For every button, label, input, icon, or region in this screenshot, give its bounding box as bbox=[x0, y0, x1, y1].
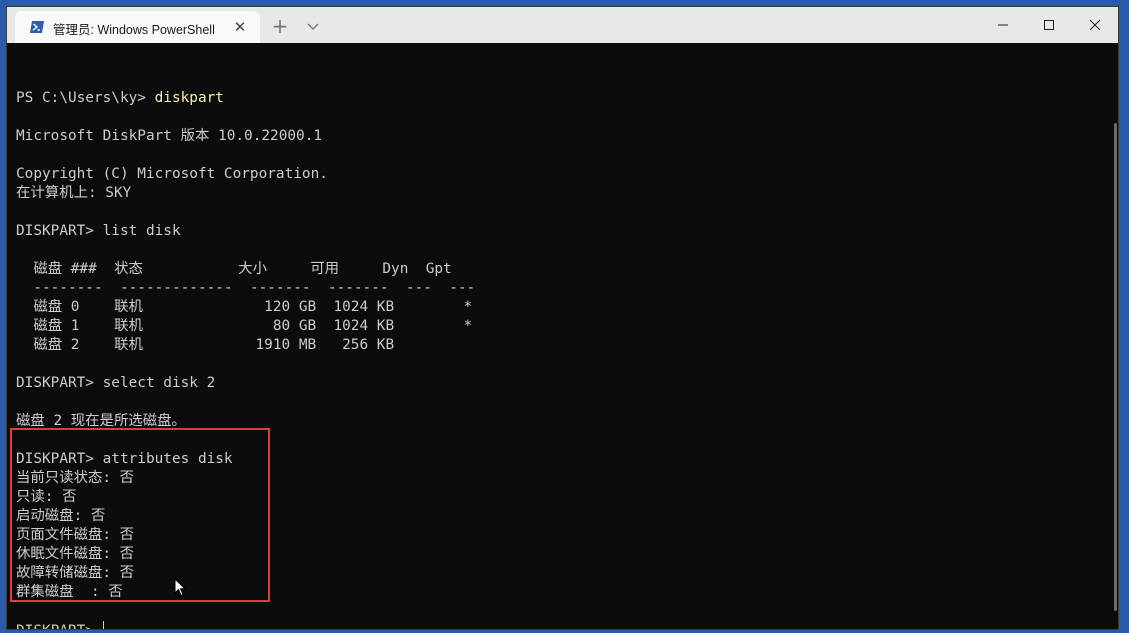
title-bar[interactable]: 管理员: Windows PowerShell ✕ + bbox=[7, 7, 1118, 43]
new-tab-button[interactable]: + bbox=[268, 15, 292, 39]
terminal-window: 管理员: Windows PowerShell ✕ + PS C:\Users\… bbox=[6, 6, 1119, 630]
output-text: 磁盘 2 现在是所选磁盘。 bbox=[16, 413, 186, 429]
tab-powershell[interactable]: 管理员: Windows PowerShell ✕ bbox=[15, 11, 260, 43]
terminal-output[interactable]: PS C:\Users\ky> diskpart Microsoft DiskPa… bbox=[7, 43, 1118, 629]
attributes-highlight-box bbox=[10, 428, 270, 602]
powershell-icon bbox=[29, 19, 45, 35]
terminal-line: DISKPART> select disk 2 bbox=[16, 374, 475, 393]
close-icon bbox=[1089, 19, 1101, 31]
output-text: DISKPART> bbox=[16, 623, 103, 629]
command-text: diskpart bbox=[154, 90, 224, 106]
terminal-line: 在计算机上: SKY bbox=[16, 184, 475, 203]
terminal-line: 磁盘 ### 状态 大小 可用 Dyn Gpt bbox=[16, 260, 475, 279]
terminal-line: 磁盘 2 联机 1910 MB 256 KB bbox=[16, 336, 475, 355]
terminal-line: DISKPART> list disk bbox=[16, 222, 475, 241]
tab-close-button[interactable]: ✕ bbox=[230, 17, 250, 37]
chevron-down-icon[interactable] bbox=[303, 16, 323, 36]
terminal-line: 磁盘 1 联机 80 GB 1024 KB * bbox=[16, 317, 475, 336]
output-text: DISKPART> list disk bbox=[16, 223, 181, 239]
terminal-line: PS C:\Users\ky> diskpart bbox=[16, 89, 475, 108]
tab-title: 管理员: Windows PowerShell bbox=[53, 23, 215, 37]
output-text: Microsoft DiskPart 版本 10.0.22000.1 bbox=[16, 128, 323, 144]
output-text: 磁盘 1 联机 80 GB 1024 KB * bbox=[16, 318, 473, 334]
mouse-pointer-icon bbox=[174, 577, 187, 602]
maximize-button[interactable] bbox=[1026, 7, 1072, 43]
output-text: Copyright (C) Microsoft Corporation. bbox=[16, 166, 328, 182]
terminal-line: 磁盘 0 联机 120 GB 1024 KB * bbox=[16, 298, 475, 317]
output-text: 在计算机上: SKY bbox=[16, 185, 132, 201]
terminal-line: DISKPART> bbox=[16, 621, 475, 629]
minimize-button[interactable] bbox=[980, 7, 1026, 43]
output-text: 磁盘 2 联机 1910 MB 256 KB bbox=[16, 337, 395, 353]
close-button[interactable] bbox=[1072, 7, 1118, 43]
output-text: 磁盘 0 联机 120 GB 1024 KB * bbox=[16, 299, 473, 315]
output-text: -------- ------------- ------- ------- -… bbox=[16, 280, 476, 296]
maximize-icon bbox=[1044, 20, 1054, 30]
terminal-line: Microsoft DiskPart 版本 10.0.22000.1 bbox=[16, 127, 475, 146]
prompt-text: PS C:\Users\ky> bbox=[16, 90, 155, 106]
output-text: 磁盘 ### 状态 大小 可用 Dyn Gpt bbox=[16, 261, 452, 277]
terminal-line: Copyright (C) Microsoft Corporation. bbox=[16, 165, 475, 184]
minimize-icon bbox=[998, 24, 1008, 26]
text-cursor bbox=[102, 621, 104, 629]
scrollbar[interactable] bbox=[1114, 123, 1117, 611]
output-text: DISKPART> select disk 2 bbox=[16, 375, 216, 391]
terminal-line: -------- ------------- ------- ------- -… bbox=[16, 279, 475, 298]
